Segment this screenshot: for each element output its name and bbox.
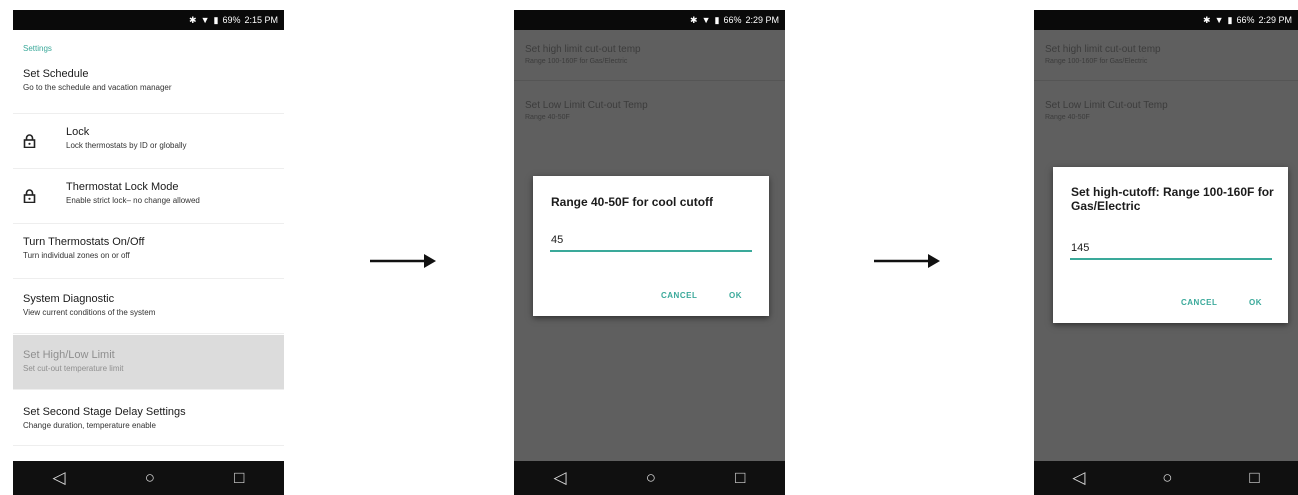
item-title: Set Second Stage Delay Settings xyxy=(23,406,186,418)
phone-screen-low-limit-dialog: ✱ ▼ ▮ 66% 2:29 PM Set high limit cut-out… xyxy=(514,10,785,495)
settings-item-system-diagnostic[interactable]: System Diagnostic View current condition… xyxy=(13,279,284,334)
item-subtitle: Go to the schedule and vacation manager xyxy=(23,83,172,92)
item-title: Set Schedule xyxy=(23,68,89,80)
item-subtitle: Lock thermostats by ID or globally xyxy=(66,141,187,150)
status-bar: ✱ ▼ ▮ 69% 2:15 PM xyxy=(13,10,284,30)
item-subtitle: View current conditions of the system xyxy=(23,308,156,317)
flow-arrow-icon xyxy=(370,254,436,268)
nav-bar: ◁ ○ □ xyxy=(514,461,785,495)
settings-item-lock[interactable]: Lock Lock thermostats by ID or globally xyxy=(13,114,284,169)
input-underline xyxy=(550,250,752,252)
item-title: Set high limit cut-out temp xyxy=(1045,44,1161,55)
item-title: Set High/Low Limit xyxy=(23,349,115,361)
item-subtitle: Change duration, temperature enable xyxy=(23,421,156,430)
back-triangle-icon[interactable]: ◁ xyxy=(53,468,66,488)
bg-item-low-limit: Set Low Limit Cut-out Temp Range 40-50F xyxy=(525,100,779,121)
input-dialog: Set high-cutoff: Range 100-160F for Gas/… xyxy=(1053,167,1288,323)
bg-item-high-limit: Set high limit cut-out temp Range 100-16… xyxy=(525,44,779,65)
phone-screen-high-limit-dialog: ✱ ▼ ▮ 66% 2:29 PM Set high limit cut-out… xyxy=(1034,10,1298,495)
phone-screen-settings: ✱ ▼ ▮ 69% 2:15 PM Settings Set Schedule … xyxy=(13,10,284,495)
recents-square-icon[interactable]: □ xyxy=(735,468,745,488)
flow-arrow-icon xyxy=(874,254,940,268)
item-subtitle: Enable strict lock– no change allowed xyxy=(66,196,200,205)
recents-square-icon[interactable]: □ xyxy=(1249,468,1259,488)
divider xyxy=(1034,80,1298,81)
lock-icon xyxy=(23,189,36,203)
item-title: Set Low Limit Cut-out Temp xyxy=(1045,100,1168,111)
battery-icon: ▮ xyxy=(714,14,720,25)
home-circle-icon[interactable]: ○ xyxy=(1162,468,1172,488)
item-title: Set high limit cut-out temp xyxy=(525,44,641,55)
dialog-title: Set high-cutoff: Range 100-160F for Gas/… xyxy=(1071,185,1274,213)
nav-bar: ◁ ○ □ xyxy=(13,461,284,495)
battery-percent: 69% xyxy=(222,15,241,25)
item-title: Lock xyxy=(66,126,90,138)
nav-bar: ◁ ○ □ xyxy=(1034,461,1298,495)
lock-icon xyxy=(23,134,36,148)
status-time: 2:29 PM xyxy=(745,15,779,25)
settings-item-set-schedule[interactable]: Set Schedule Go to the schedule and vaca… xyxy=(13,66,284,114)
status-time: 2:29 PM xyxy=(1258,15,1292,25)
input-underline xyxy=(1070,258,1272,260)
ok-button[interactable]: OK xyxy=(729,291,742,300)
status-time: 2:15 PM xyxy=(244,15,278,25)
bg-item-low-limit: Set Low Limit Cut-out Temp Range 40-50F xyxy=(1045,100,1292,121)
battery-percent: 66% xyxy=(723,15,742,25)
item-subtitle: Range 100-160F for Gas/Electric xyxy=(525,58,628,65)
battery-icon: ▮ xyxy=(1227,14,1233,25)
wifi-icon: ▼ xyxy=(701,15,711,25)
item-subtitle: Range 40-50F xyxy=(1045,114,1090,121)
value-input[interactable]: 45 xyxy=(551,234,563,246)
bluetooth-icon: ✱ xyxy=(690,14,698,25)
settings-item-second-stage-delay[interactable]: Set Second Stage Delay Settings Change d… xyxy=(13,390,284,446)
battery-icon: ▮ xyxy=(213,14,219,25)
settings-list: Settings Set Schedule Go to the schedule… xyxy=(13,30,284,461)
ok-button[interactable]: OK xyxy=(1249,298,1262,307)
divider xyxy=(514,80,785,81)
home-circle-icon[interactable]: ○ xyxy=(145,468,155,488)
wifi-icon: ▼ xyxy=(200,15,210,25)
dialog-title: Range 40-50F for cool cutoff xyxy=(551,195,714,209)
settings-item-thermostat-lock-mode[interactable]: Thermostat Lock Mode Enable strict lock–… xyxy=(13,169,284,224)
cancel-button[interactable]: CANCEL xyxy=(1181,298,1217,307)
cancel-button[interactable]: CANCEL xyxy=(661,291,697,300)
settings-item-set-high-low-limit[interactable]: Set High/Low Limit Set cut-out temperatu… xyxy=(13,335,284,390)
item-title: Turn Thermostats On/Off xyxy=(23,236,145,248)
input-dialog: Range 40-50F for cool cutoff 45 CANCEL O… xyxy=(533,176,769,316)
status-bar: ✱ ▼ ▮ 66% 2:29 PM xyxy=(1034,10,1298,30)
bluetooth-icon: ✱ xyxy=(189,14,197,25)
bg-item-high-limit: Set high limit cut-out temp Range 100-16… xyxy=(1045,44,1292,65)
item-title: Thermostat Lock Mode xyxy=(66,181,179,193)
recents-square-icon[interactable]: □ xyxy=(234,468,244,488)
item-subtitle: Range 100-160F for Gas/Electric xyxy=(1045,58,1148,65)
home-circle-icon[interactable]: ○ xyxy=(646,468,656,488)
back-triangle-icon[interactable]: ◁ xyxy=(554,468,567,488)
item-subtitle: Turn individual zones on or off xyxy=(23,251,130,260)
battery-percent: 66% xyxy=(1236,15,1255,25)
value-input[interactable]: 145 xyxy=(1071,242,1089,254)
back-triangle-icon[interactable]: ◁ xyxy=(1072,468,1085,488)
section-header: Settings xyxy=(23,44,52,53)
item-subtitle: Set cut-out temperature limit xyxy=(23,364,124,373)
status-bar: ✱ ▼ ▮ 66% 2:29 PM xyxy=(514,10,785,30)
settings-item-turn-thermostats[interactable]: Turn Thermostats On/Off Turn individual … xyxy=(13,224,284,279)
item-subtitle: Range 40-50F xyxy=(525,114,570,121)
item-title: System Diagnostic xyxy=(23,293,115,305)
wifi-icon: ▼ xyxy=(1214,15,1224,25)
item-title: Set Low Limit Cut-out Temp xyxy=(525,100,648,111)
bluetooth-icon: ✱ xyxy=(1203,14,1211,25)
